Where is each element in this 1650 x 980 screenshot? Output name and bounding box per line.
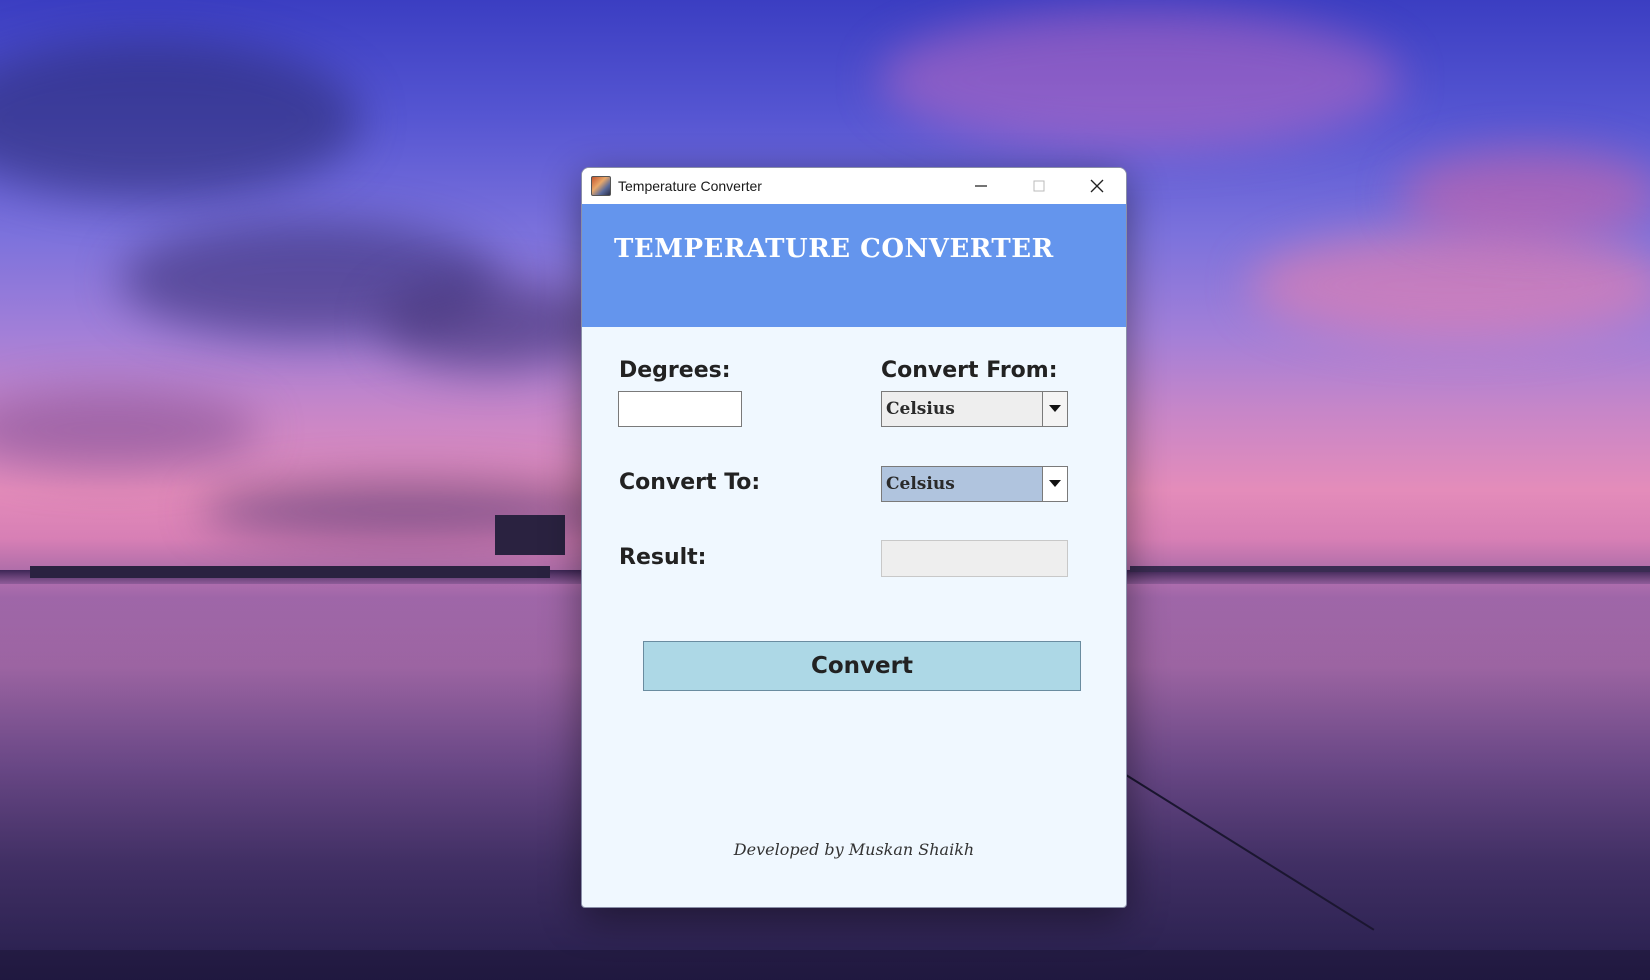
stilt-hut — [495, 515, 565, 555]
wallpaper-cloud — [0, 40, 360, 200]
close-icon — [1090, 179, 1104, 193]
fishing-platform — [30, 566, 550, 578]
far-shore — [1130, 566, 1650, 572]
convert-to-value: Celsius — [886, 474, 955, 494]
minimize-button[interactable] — [952, 168, 1010, 204]
convert-from-dropdown[interactable]: Celsius — [881, 391, 1068, 427]
app-heading: TEMPERATURE CONVERTER — [614, 234, 1054, 264]
dropdown-arrow-button[interactable] — [1042, 467, 1067, 501]
chevron-down-icon — [1049, 480, 1061, 487]
maximize-button[interactable] — [1010, 168, 1068, 204]
wallpaper-cloud — [880, 10, 1400, 150]
wallpaper-bottom — [0, 950, 1650, 980]
java-app-icon — [591, 176, 611, 196]
degrees-input[interactable] — [618, 391, 742, 427]
close-button[interactable] — [1068, 168, 1126, 204]
wallpaper-cloud — [1400, 150, 1650, 240]
degrees-label: Degrees: — [619, 358, 731, 383]
result-field — [881, 540, 1068, 577]
convert-to-dropdown[interactable]: Celsius — [881, 466, 1068, 502]
wallpaper-cloud — [380, 280, 600, 370]
app-window: Temperature Converter TEMPERATURE CONVER… — [581, 167, 1127, 908]
convert-to-label: Convert To: — [619, 470, 761, 495]
wallpaper-cloud — [0, 390, 260, 470]
maximize-icon — [1033, 180, 1045, 192]
convert-from-value: Celsius — [886, 399, 955, 419]
header-banner: TEMPERATURE CONVERTER — [582, 204, 1126, 327]
window-title: Temperature Converter — [618, 178, 762, 194]
developer-credit: Developed by Muskan Shaikh — [733, 840, 975, 859]
result-label: Result: — [619, 545, 707, 570]
convert-from-label: Convert From: — [881, 358, 1058, 383]
dropdown-arrow-button[interactable] — [1042, 392, 1067, 426]
minimize-icon — [975, 185, 987, 187]
chevron-down-icon — [1049, 405, 1061, 412]
convert-button[interactable]: Convert — [643, 641, 1081, 691]
title-bar[interactable]: Temperature Converter — [582, 168, 1126, 204]
wallpaper-cloud — [1250, 230, 1650, 340]
